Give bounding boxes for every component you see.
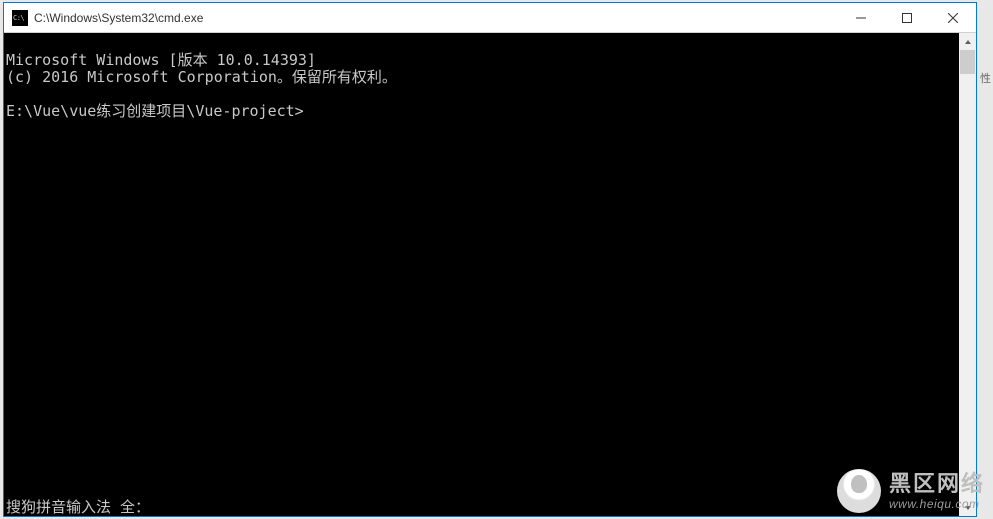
cmd-icon bbox=[12, 10, 28, 26]
client-area: Microsoft Windows [版本 10.0.14393] (c) 20… bbox=[4, 33, 976, 516]
close-button[interactable] bbox=[930, 3, 976, 32]
vertical-scrollbar[interactable] bbox=[959, 33, 976, 516]
maximize-icon bbox=[902, 13, 912, 23]
right-panel-fragment: 性 bbox=[978, 30, 993, 90]
scroll-up-button[interactable] bbox=[959, 33, 976, 50]
window-controls bbox=[838, 3, 976, 32]
ime-status: 搜狗拼音输入法 全： bbox=[6, 499, 150, 516]
scroll-down-button[interactable] bbox=[959, 499, 976, 516]
minimize-button[interactable] bbox=[838, 3, 884, 32]
scroll-track[interactable] bbox=[959, 50, 976, 499]
terminal-line: Microsoft Windows [版本 10.0.14393] bbox=[6, 51, 316, 69]
chevron-down-icon bbox=[964, 504, 972, 512]
terminal-line: (c) 2016 Microsoft Corporation。保留所有权利。 bbox=[6, 68, 397, 86]
chevron-up-icon bbox=[964, 38, 972, 46]
window-title: C:\Windows\System32\cmd.exe bbox=[34, 11, 838, 25]
terminal[interactable]: Microsoft Windows [版本 10.0.14393] (c) 20… bbox=[4, 33, 959, 516]
terminal-prompt: E:\Vue\vue练习创建项目\Vue-project> bbox=[6, 102, 304, 120]
scroll-thumb[interactable] bbox=[960, 50, 975, 74]
cmd-window: C:\Windows\System32\cmd.exe Microsoft Wi… bbox=[3, 2, 977, 517]
close-icon bbox=[948, 13, 958, 23]
right-panel-label: 性 bbox=[980, 70, 991, 86]
maximize-button[interactable] bbox=[884, 3, 930, 32]
minimize-icon bbox=[856, 13, 866, 23]
titlebar[interactable]: C:\Windows\System32\cmd.exe bbox=[4, 3, 976, 33]
